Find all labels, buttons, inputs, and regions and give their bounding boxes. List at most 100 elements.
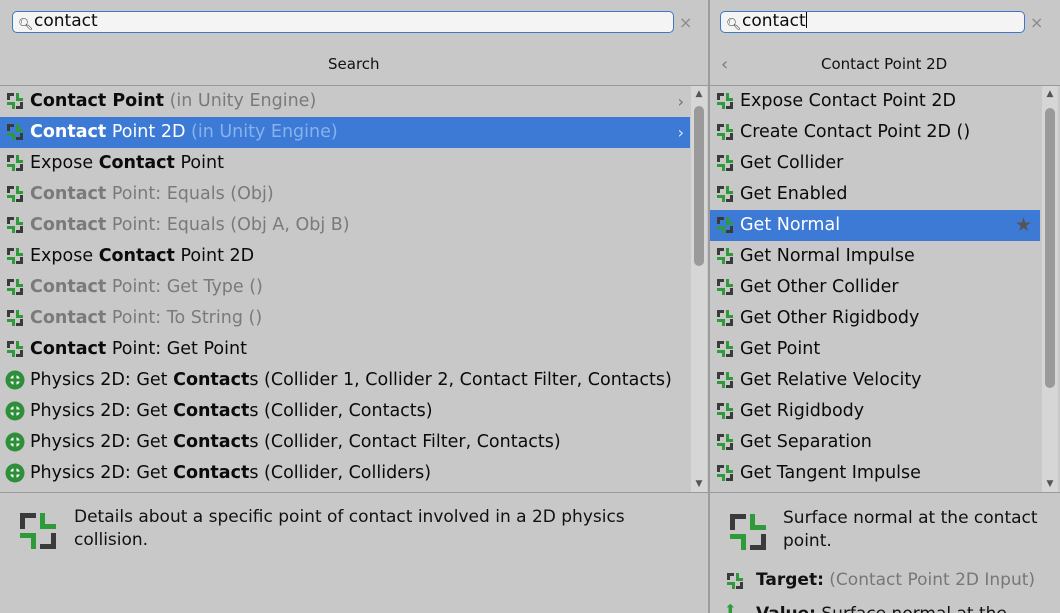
result-row[interactable]: Physics 2D: Get Contacts (Collider, Cont… — [0, 427, 690, 458]
member-label: Get Collider — [740, 153, 844, 173]
description-text: Details about a specific point of contac… — [74, 507, 625, 550]
result-label-part: Contact — [30, 308, 107, 328]
contact-point-icon — [717, 341, 733, 357]
member-row[interactable]: Get Tangent Impulse — [710, 458, 1040, 489]
member-row[interactable]: Create Contact Point 2D () — [710, 117, 1040, 148]
contact-point-icon — [717, 93, 733, 109]
physics-2d-icon — [5, 432, 25, 452]
result-label: Contact Point: Equals (Obj A, Obj B) — [30, 210, 350, 241]
result-label-part: Physics 2D: Get — [30, 370, 174, 390]
contact-point-icon — [7, 155, 23, 171]
panel-title: Contact Point 2D — [821, 55, 948, 73]
clear-search-icon[interactable]: × — [1030, 13, 1043, 32]
member-label: Get Tangent Impulse — [740, 463, 921, 483]
search-input[interactable]: 🔍︎ contact — [12, 11, 674, 33]
results-scrollbar[interactable]: ▲ ▼ — [691, 86, 707, 492]
member-row[interactable]: Get Other Collider — [710, 272, 1040, 303]
result-row[interactable]: Physics 2D: Get Contacts (Collider, Coll… — [0, 458, 690, 489]
scroll-down-icon[interactable]: ▼ — [691, 479, 707, 489]
member-row[interactable]: Get Point — [710, 334, 1040, 365]
scroll-thumb[interactable] — [1045, 108, 1055, 388]
value-port: Value: Surface normal at the — [756, 603, 1007, 613]
physics-2d-icon — [5, 401, 25, 421]
result-label: Contact Point: To String () — [30, 303, 262, 334]
member-search-query: contact — [742, 11, 807, 31]
result-label-part: Point: To String () — [106, 308, 263, 328]
scroll-up-icon[interactable]: ▲ — [1042, 89, 1058, 99]
favorite-star-icon[interactable]: ★ — [1015, 210, 1032, 241]
scroll-up-icon[interactable]: ▲ — [691, 89, 707, 99]
member-row[interactable]: Get Other Rigidbody — [710, 303, 1040, 334]
result-label: Contact Point 2D (in Unity Engine) — [30, 117, 338, 148]
member-label: Get Other Rigidbody — [740, 308, 920, 328]
chevron-right-icon[interactable]: › — [678, 117, 684, 148]
result-label: Physics 2D: Get Contacts (Collider, Cont… — [30, 396, 433, 427]
result-label-part: (in Unity Engine) — [164, 91, 317, 111]
result-row[interactable]: Expose Contact Point — [0, 148, 690, 179]
results-list[interactable]: Contact Point (in Unity Engine) › Contact … — [0, 86, 690, 492]
result-label-part: s (Collider 1, Collider 2, Contact Filte… — [249, 370, 672, 390]
result-label-part: s (Collider, Contacts) — [249, 401, 433, 421]
result-label-part: Contact — [30, 277, 107, 297]
result-label-part: Point: Get Point — [106, 339, 247, 359]
result-label-part: Contact — [173, 401, 250, 421]
member-row[interactable]: Get Collider — [710, 148, 1040, 179]
member-row[interactable]: Get Relative Velocity — [710, 365, 1040, 396]
member-label: Create Contact Point 2D () — [740, 122, 971, 142]
result-label: Contact Point: Get Type () — [30, 272, 263, 303]
result-label: Physics 2D: Get Contacts (Collider 1, Co… — [30, 365, 672, 396]
result-row[interactable]: Contact Point (in Unity Engine) › — [0, 86, 690, 117]
result-label-part: Expose — [30, 153, 99, 173]
result-label-part: Point: Equals (Obj A, Obj B) — [106, 215, 350, 235]
result-row[interactable]: Contact Point: Equals (Obj) — [0, 179, 690, 210]
member-row[interactable]: Get Separation — [710, 427, 1040, 458]
result-row[interactable]: Physics 2D: Get Contacts (Collider 1, Co… — [0, 365, 690, 396]
result-label-part: Point 2D — [174, 246, 255, 266]
target-label: Target: — [756, 570, 824, 590]
scroll-down-icon[interactable]: ▼ — [1042, 479, 1058, 489]
result-label-part: Point — [106, 91, 165, 111]
result-row[interactable]: Physics 2D: Get Contacts (Collider, Cont… — [0, 396, 690, 427]
physics-2d-icon — [5, 370, 25, 390]
result-row[interactable]: Contact Point: Get Point — [0, 334, 690, 365]
result-label-part: Expose — [30, 246, 99, 266]
member-label: Get Normal — [740, 215, 841, 235]
result-row[interactable]: Contact Point: To String () — [0, 303, 690, 334]
member-search-input[interactable]: 🔍︎ contact — [720, 11, 1025, 33]
contact-point-icon — [717, 186, 733, 202]
contact-point-icon — [7, 310, 23, 326]
description-panel: Surface normal at the contact point. Tar… — [710, 492, 1060, 613]
result-label-part: Contact — [30, 215, 107, 235]
member-label: Expose Contact Point 2D — [740, 91, 956, 111]
members-scrollbar[interactable]: ▲ ▼ — [1042, 86, 1058, 492]
result-label: Physics 2D: Get Contacts (Collider, Cont… — [30, 427, 561, 458]
result-label-part: Contact — [173, 370, 250, 390]
contact-point-icon — [717, 248, 733, 264]
contact-point-icon — [730, 514, 766, 550]
member-row[interactable]: Get Normal ★ — [710, 210, 1040, 241]
value-text: Surface normal at the — [816, 604, 1007, 613]
result-label-part: Contact — [98, 153, 175, 173]
member-label: Get Rigidbody — [740, 401, 865, 421]
member-row[interactable]: Get Rigidbody — [710, 396, 1040, 427]
result-label-part: (in Unity Engine) — [185, 122, 338, 142]
member-row[interactable]: Get Enabled — [710, 179, 1040, 210]
members-list[interactable]: Expose Contact Point 2D Create Contact Po… — [710, 86, 1040, 492]
back-arrow-icon[interactable]: ‹ — [721, 54, 728, 75]
scroll-thumb[interactable] — [694, 106, 704, 266]
result-label-part: Physics 2D: Get — [30, 463, 174, 483]
description-text: Surface normal at the contact point. — [783, 508, 1038, 551]
contact-point-icon — [717, 310, 733, 326]
result-row[interactable]: Contact Point 2D (in Unity Engine) › — [0, 117, 690, 148]
member-row[interactable]: Get Normal Impulse — [710, 241, 1040, 272]
contact-point-icon — [717, 434, 733, 450]
member-row[interactable]: Expose Contact Point 2D — [710, 86, 1040, 117]
result-row[interactable]: Contact Point: Equals (Obj A, Obj B) — [0, 210, 690, 241]
result-row[interactable]: Expose Contact Point 2D — [0, 241, 690, 272]
result-row[interactable]: Contact Point: Get Type () — [0, 272, 690, 303]
clear-search-icon[interactable]: × — [679, 13, 692, 32]
panel-title: Search — [328, 55, 380, 73]
member-label: Get Point — [740, 339, 821, 359]
contact-point-icon — [717, 217, 733, 233]
chevron-right-icon[interactable]: › — [678, 86, 684, 117]
